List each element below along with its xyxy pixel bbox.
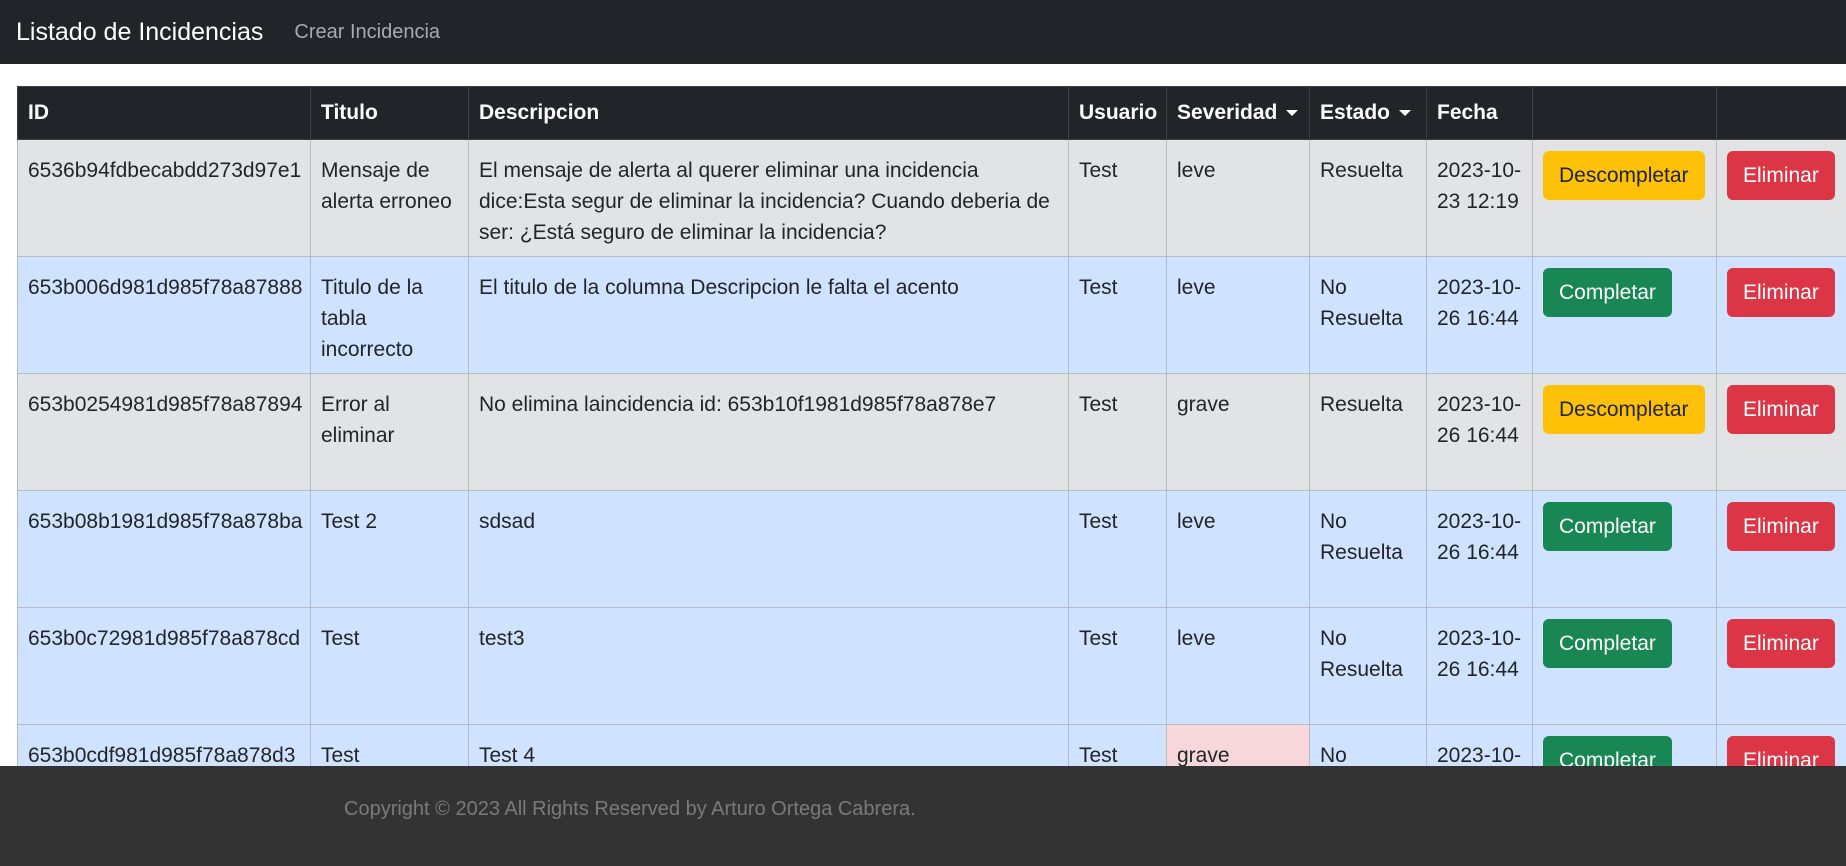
descompletar-button[interactable]: Descompletar bbox=[1543, 151, 1705, 200]
cell-id: 653b0cdf981d985f78a878d3 bbox=[17, 724, 311, 766]
cell-severidad: leve bbox=[1166, 607, 1310, 725]
incidents-table-container: ID Titulo Descripcion Usuario Severidad … bbox=[17, 86, 1846, 766]
column-header-usuario: Usuario bbox=[1068, 86, 1167, 140]
completar-button[interactable]: Completar bbox=[1543, 619, 1672, 668]
cell-fecha: 2023-10-26 16:44 bbox=[1426, 256, 1533, 374]
cell-estado: No Resuelta bbox=[1309, 490, 1427, 608]
caret-down-icon[interactable] bbox=[1399, 110, 1412, 117]
cell-descripcion: El mensaje de alerta al querer eliminar … bbox=[468, 139, 1069, 257]
cell-severidad: leve bbox=[1166, 256, 1310, 374]
cell-fecha: 2023-10-23 12:19 bbox=[1426, 139, 1533, 257]
eliminar-button[interactable]: Eliminar bbox=[1727, 151, 1835, 200]
cell-severidad: leve bbox=[1166, 139, 1310, 257]
eliminar-button[interactable]: Eliminar bbox=[1727, 502, 1835, 551]
eliminar-button[interactable]: Eliminar bbox=[1727, 268, 1835, 317]
cell-action: Descompletar bbox=[1532, 139, 1717, 257]
table-header: ID Titulo Descripcion Usuario Severidad … bbox=[17, 86, 1846, 140]
cell-estado: No Resuelta bbox=[1309, 256, 1427, 374]
cell-titulo: Mensaje de alerta erroneo bbox=[310, 139, 469, 257]
cell-usuario: Test bbox=[1068, 256, 1167, 374]
cell-estado: Resuelta bbox=[1309, 139, 1427, 257]
cell-severidad: grave bbox=[1166, 724, 1310, 766]
column-header-action bbox=[1532, 86, 1717, 140]
table-row: 653b006d981d985f78a87888 Titulo de la ta… bbox=[17, 256, 1846, 374]
column-header-estado[interactable]: Estado bbox=[1309, 86, 1427, 140]
cell-action: Completar bbox=[1532, 724, 1717, 766]
severidad-header-label: Severidad bbox=[1177, 101, 1278, 124]
cell-severidad: grave bbox=[1166, 373, 1310, 491]
eliminar-button[interactable]: Eliminar bbox=[1727, 619, 1835, 668]
cell-id: 653b006d981d985f78a87888 bbox=[17, 256, 311, 374]
footer-copyright: Copyright © 2023 All Rights Reserved by … bbox=[344, 798, 916, 820]
cell-titulo: Test 2 bbox=[310, 490, 469, 608]
cell-fecha: 2023-10-26 16:44 bbox=[1426, 490, 1533, 608]
column-header-delete bbox=[1716, 86, 1846, 140]
cell-delete: Eliminar bbox=[1716, 607, 1846, 725]
table-row: 653b0254981d985f78a87894 Error al elimin… bbox=[17, 373, 1846, 491]
cell-descripcion: sdsad bbox=[468, 490, 1069, 608]
eliminar-button[interactable]: Eliminar bbox=[1727, 736, 1835, 766]
cell-action: Completar bbox=[1532, 607, 1717, 725]
cell-titulo: Titulo de la tabla incorrecto bbox=[310, 256, 469, 374]
cell-fecha: 2023-10-26 16:44 bbox=[1426, 607, 1533, 725]
cell-descripcion: El titulo de la columna Descripcion le f… bbox=[468, 256, 1069, 374]
cell-usuario: Test bbox=[1068, 490, 1167, 608]
cell-id: 6536b94fdbecabdd273d97e1 bbox=[17, 139, 311, 257]
eliminar-button[interactable]: Eliminar bbox=[1727, 385, 1835, 434]
nav-link-crear-incidencia[interactable]: Crear Incidencia bbox=[294, 21, 440, 44]
cell-severidad: leve bbox=[1166, 490, 1310, 608]
cell-descripcion: No elimina laincidencia id: 653b10f1981d… bbox=[468, 373, 1069, 491]
cell-fecha: 2023-10-26 16:44 bbox=[1426, 724, 1533, 766]
cell-delete: Eliminar bbox=[1716, 373, 1846, 491]
cell-delete: Eliminar bbox=[1716, 490, 1846, 608]
cell-action: Descompletar bbox=[1532, 373, 1717, 491]
cell-delete: Eliminar bbox=[1716, 139, 1846, 257]
completar-button[interactable]: Completar bbox=[1543, 268, 1672, 317]
table-body: 6536b94fdbecabdd273d97e1 Mensaje de aler… bbox=[17, 139, 1846, 766]
cell-estado: No Resuelta bbox=[1309, 724, 1427, 766]
cell-fecha: 2023-10-26 16:44 bbox=[1426, 373, 1533, 491]
footer: Copyright © 2023 All Rights Reserved by … bbox=[0, 766, 1846, 866]
cell-action: Completar bbox=[1532, 490, 1717, 608]
navbar: Listado de Incidencias Crear Incidencia bbox=[0, 0, 1846, 64]
cell-titulo: Test bbox=[310, 724, 469, 766]
cell-id: 653b08b1981d985f78a878ba bbox=[17, 490, 311, 608]
descompletar-button[interactable]: Descompletar bbox=[1543, 385, 1705, 434]
navbar-brand[interactable]: Listado de Incidencias bbox=[16, 18, 263, 47]
table-row: 653b0c72981d985f78a878cd Test test3 Test… bbox=[17, 607, 1846, 725]
cell-usuario: Test bbox=[1068, 724, 1167, 766]
estado-header-label: Estado bbox=[1320, 101, 1391, 124]
cell-estado: No Resuelta bbox=[1309, 607, 1427, 725]
cell-descripcion: Test 4 bbox=[468, 724, 1069, 766]
cell-usuario: Test bbox=[1068, 607, 1167, 725]
cell-delete: Eliminar bbox=[1716, 256, 1846, 374]
cell-delete: Eliminar bbox=[1716, 724, 1846, 766]
caret-down-icon[interactable] bbox=[1286, 110, 1299, 117]
cell-titulo: Error al eliminar bbox=[310, 373, 469, 491]
table-row: 653b08b1981d985f78a878ba Test 2 sdsad Te… bbox=[17, 490, 1846, 608]
column-header-fecha: Fecha bbox=[1426, 86, 1533, 140]
cell-titulo: Test bbox=[310, 607, 469, 725]
cell-usuario: Test bbox=[1068, 139, 1167, 257]
column-header-descripcion: Descripcion bbox=[468, 86, 1069, 140]
column-header-id: ID bbox=[17, 86, 311, 140]
completar-button[interactable]: Completar bbox=[1543, 502, 1672, 551]
incidents-table: ID Titulo Descripcion Usuario Severidad … bbox=[17, 86, 1846, 766]
table-row: 6536b94fdbecabdd273d97e1 Mensaje de aler… bbox=[17, 139, 1846, 257]
cell-id: 653b0c72981d985f78a878cd bbox=[17, 607, 311, 725]
cell-usuario: Test bbox=[1068, 373, 1167, 491]
cell-id: 653b0254981d985f78a87894 bbox=[17, 373, 311, 491]
cell-action: Completar bbox=[1532, 256, 1717, 374]
column-header-severidad[interactable]: Severidad bbox=[1166, 86, 1310, 140]
cell-estado: Resuelta bbox=[1309, 373, 1427, 491]
table-row: 653b0cdf981d985f78a878d3 Test Test 4 Tes… bbox=[17, 724, 1846, 766]
column-header-titulo: Titulo bbox=[310, 86, 469, 140]
completar-button[interactable]: Completar bbox=[1543, 736, 1672, 766]
cell-descripcion: test3 bbox=[468, 607, 1069, 725]
